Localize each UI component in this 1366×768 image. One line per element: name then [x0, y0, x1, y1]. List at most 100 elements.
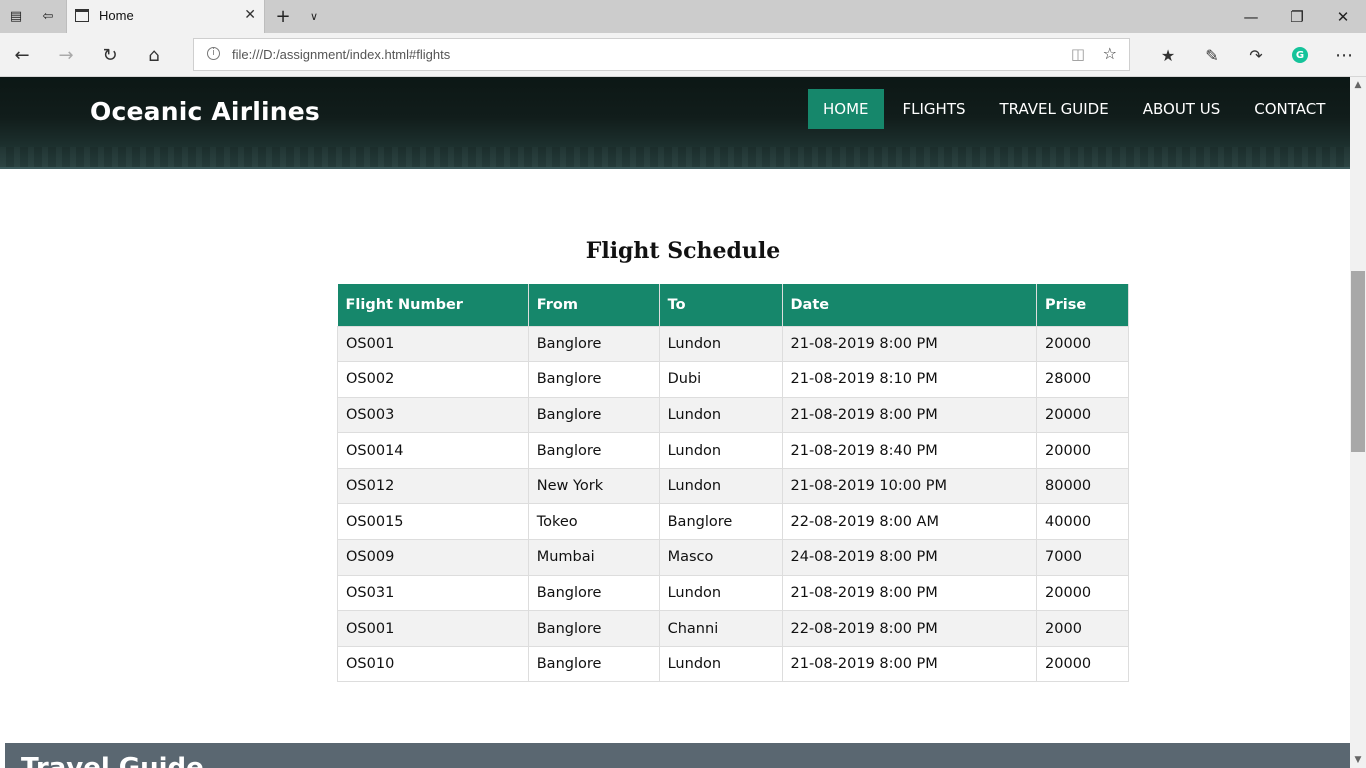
- table-row: OS012 New York Lundon 21-08-2019 10:00 P…: [337, 467, 1129, 505]
- new-tab-icon[interactable]: +: [267, 0, 299, 33]
- back-button[interactable]: ←: [0, 33, 44, 77]
- more-options-icon[interactable]: ⋯: [1322, 33, 1366, 77]
- cell-prise: 80000: [1036, 467, 1129, 505]
- cell-from: New York: [527, 467, 660, 505]
- cell-to: Lundon: [658, 467, 783, 505]
- browser-tab-bar: ▤ ⇦ Home ✕ + ∨ — ❐ ✕: [0, 0, 1366, 33]
- cell-to: Lundon: [658, 574, 783, 612]
- cell-from: Tokeo: [527, 503, 660, 541]
- minimize-button[interactable]: —: [1228, 0, 1274, 33]
- cell-to: Dubi: [658, 361, 783, 398]
- cell-date: 22-08-2019 8:00 PM: [781, 610, 1038, 647]
- menu-item-home[interactable]: HOME: [808, 89, 884, 129]
- page-viewport: Oceanic Airlines HOME FLIGHTS TRAVEL GUI…: [0, 77, 1366, 768]
- cell-prise: 20000: [1036, 574, 1129, 612]
- travel-guide-section: Travel Guide: [5, 743, 1350, 768]
- browser-tab-home[interactable]: Home ✕: [66, 0, 265, 33]
- travel-guide-heading: Travel Guide: [21, 753, 204, 768]
- cell-to: Lundon: [658, 645, 783, 683]
- cell-prise: 7000: [1036, 539, 1129, 576]
- cell-from: Banglore: [527, 645, 660, 683]
- cell-prise: 28000: [1036, 361, 1129, 398]
- cell-from: Mumbai: [527, 539, 660, 576]
- table-row: OS009 Mumbai Masco 24-08-2019 8:00 PM 70…: [337, 539, 1129, 576]
- page-scrollbar[interactable]: ▲ ▼: [1350, 77, 1366, 768]
- cell-prise: 40000: [1036, 503, 1129, 541]
- table-row: OS010 Banglore Lundon 21-08-2019 8:00 PM…: [337, 645, 1129, 683]
- web-note-pen-icon[interactable]: ✎: [1190, 33, 1234, 77]
- reading-view-icon[interactable]: ◫: [1071, 45, 1085, 63]
- site-header: Oceanic Airlines HOME FLIGHTS TRAVEL GUI…: [0, 77, 1350, 169]
- url-text[interactable]: file:///D:/assignment/index.html#flights: [232, 47, 450, 62]
- grammarly-icon: G: [1292, 47, 1308, 63]
- cell-prise: 20000: [1036, 432, 1129, 469]
- close-window-button[interactable]: ✕: [1320, 0, 1366, 33]
- site-brand[interactable]: Oceanic Airlines: [90, 97, 320, 126]
- cell-to: Lundon: [658, 432, 783, 469]
- cell-flight-number: OS002: [337, 361, 529, 398]
- cell-date: 21-08-2019 8:40 PM: [781, 432, 1038, 469]
- set-tabs-aside-icon[interactable]: ⇦: [32, 0, 64, 33]
- cell-flight-number: OS003: [337, 396, 529, 434]
- cell-date: 21-08-2019 8:10 PM: [781, 361, 1038, 398]
- address-bar[interactable]: i file:///D:/assignment/index.html#fligh…: [193, 38, 1130, 71]
- cell-flight-number: OS012: [337, 467, 529, 505]
- browser-toolbar: ← → ↻ ⌂ i file:///D:/assignment/index.ht…: [0, 33, 1366, 77]
- scroll-up-arrow-icon[interactable]: ▲: [1350, 77, 1366, 93]
- home-button[interactable]: ⌂: [132, 33, 176, 77]
- scrollbar-thumb[interactable]: [1351, 271, 1365, 452]
- table-row: OS002 Banglore Dubi 21-08-2019 8:10 PM 2…: [337, 361, 1129, 398]
- cell-flight-number: OS009: [337, 539, 529, 576]
- column-header-from: From: [528, 284, 660, 326]
- cell-flight-number: OS001: [337, 610, 529, 647]
- cell-prise: 20000: [1036, 396, 1129, 434]
- cell-flight-number: OS0014: [337, 432, 529, 469]
- close-tab-icon[interactable]: ✕: [244, 7, 256, 23]
- restore-button[interactable]: ❐: [1274, 0, 1320, 33]
- forward-button[interactable]: →: [44, 33, 88, 77]
- schedule-title: Flight Schedule: [585, 238, 781, 264]
- cell-from: Banglore: [527, 396, 660, 434]
- tab-manager-icon[interactable]: ▤: [0, 0, 32, 33]
- column-header-prise: Prise: [1036, 284, 1129, 326]
- cell-to: Masco: [658, 539, 783, 576]
- menu-item-contact[interactable]: CONTACT: [1239, 89, 1340, 129]
- cell-from: Banglore: [527, 610, 660, 647]
- site-info-icon[interactable]: i: [207, 47, 220, 60]
- cell-prise: 20000: [1036, 645, 1129, 683]
- menu-item-flights[interactable]: FLIGHTS: [888, 89, 981, 129]
- cell-to: Banglore: [658, 503, 783, 541]
- table-row: OS031 Banglore Lundon 21-08-2019 8:00 PM…: [337, 574, 1129, 612]
- cell-date: 21-08-2019 8:00 PM: [781, 574, 1038, 612]
- cell-date: 21-08-2019 10:00 PM: [781, 467, 1038, 505]
- cell-flight-number: OS001: [337, 325, 529, 363]
- table-row: OS0015 Tokeo Banglore 22-08-2019 8:00 AM…: [337, 503, 1129, 541]
- favorite-star-icon[interactable]: ☆: [1103, 44, 1117, 63]
- menu-item-about-us[interactable]: ABOUT US: [1128, 89, 1236, 129]
- column-header-date: Date: [782, 284, 1038, 326]
- table-header-row: Flight Number From To Date Prise: [337, 284, 1129, 326]
- table-row: OS0014 Banglore Lundon 21-08-2019 8:40 P…: [337, 432, 1129, 469]
- column-header-to: To: [659, 284, 783, 326]
- cell-date: 24-08-2019 8:00 PM: [781, 539, 1038, 576]
- refresh-button[interactable]: ↻: [88, 33, 132, 77]
- menu-item-travel-guide[interactable]: TRAVEL GUIDE: [985, 89, 1124, 129]
- page-icon: [75, 9, 89, 22]
- cell-flight-number: OS010: [337, 645, 529, 683]
- flight-schedule-table: Flight Number From To Date Prise OS001 B…: [337, 284, 1129, 683]
- cell-flight-number: OS031: [337, 574, 529, 612]
- cell-date: 22-08-2019 8:00 AM: [781, 503, 1038, 541]
- share-icon[interactable]: ↷: [1234, 33, 1278, 77]
- table-row: OS003 Banglore Lundon 21-08-2019 8:00 PM…: [337, 396, 1129, 434]
- cell-prise: 20000: [1036, 325, 1129, 363]
- cell-date: 21-08-2019 8:00 PM: [781, 325, 1038, 363]
- scroll-down-arrow-icon[interactable]: ▼: [1350, 752, 1366, 768]
- tab-title: Home: [99, 8, 134, 23]
- tab-preview-chevron-icon[interactable]: ∨: [299, 0, 329, 33]
- cell-to: Channi: [658, 610, 783, 647]
- table-row: OS001 Banglore Channi 22-08-2019 8:00 PM…: [337, 610, 1129, 647]
- column-header-flight-number: Flight Number: [337, 284, 529, 326]
- favorites-hub-icon[interactable]: ★: [1146, 33, 1190, 77]
- grammarly-extension-button[interactable]: G: [1278, 33, 1322, 77]
- cell-flight-number: OS0015: [337, 503, 529, 541]
